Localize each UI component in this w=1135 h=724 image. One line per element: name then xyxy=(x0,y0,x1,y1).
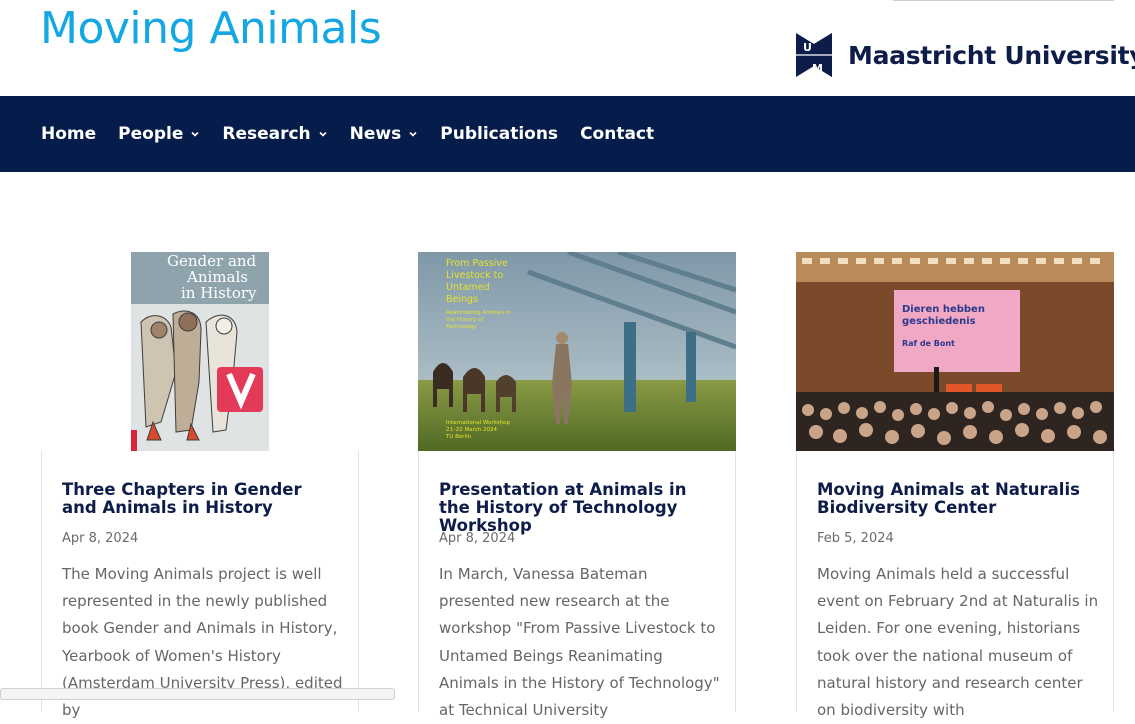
poster-headline: Beings xyxy=(446,294,478,305)
logo-text: Maastricht University xyxy=(848,40,1135,70)
nav-item-home[interactable]: Home xyxy=(41,124,96,144)
post-excerpt: In March, Vanessa Bateman presented new … xyxy=(439,565,720,720)
post-thumbnail[interactable]: Gender and Animals in History xyxy=(41,252,359,451)
nav-item-people[interactable]: People xyxy=(118,124,200,144)
poster-subline: the History of xyxy=(446,317,484,323)
nav-label: People xyxy=(118,124,184,144)
post-excerpt: Moving Animals held a successful event o… xyxy=(817,565,1099,720)
post-title[interactable]: Presentation at Animals in the History o… xyxy=(439,481,719,535)
chevron-down-icon xyxy=(191,131,199,137)
nav-item-contact[interactable]: Contact xyxy=(580,124,654,144)
site-title[interactable]: Moving Animals xyxy=(40,0,382,58)
status-bar xyxy=(0,688,395,700)
poster-footer: 21–22 March 2024 xyxy=(446,427,498,433)
nav-label: Research xyxy=(222,124,311,144)
nav-label: Contact xyxy=(580,124,655,144)
poster-headline: Untamed xyxy=(446,282,490,293)
poster-footer: TU Berlin xyxy=(445,434,472,440)
cover-title-line: in History xyxy=(181,284,257,302)
poster-subline: Technology xyxy=(445,324,478,330)
screen-title: Dieren hebben xyxy=(902,304,985,315)
site-header: Moving Animals U M Maastricht University xyxy=(0,0,1135,96)
main-navigation: Home People Research News Publications C… xyxy=(0,96,1135,172)
svg-text:U: U xyxy=(803,41,812,54)
lecture-photo-image: Dieren hebben geschiedenis Raf de Bont xyxy=(796,252,1114,451)
university-logo[interactable]: U M Maastricht University xyxy=(794,30,1135,80)
post-title[interactable]: Moving Animals at Naturalis Biodiversity… xyxy=(817,481,1097,517)
poster-subline: Reanimating Animals in xyxy=(446,310,512,316)
book-cover-image: Gender and Animals in History xyxy=(41,252,359,451)
header-divider xyxy=(893,0,1114,1)
screen-title: geschiedenis xyxy=(902,316,976,327)
workshop-poster-image: From Passive Livestock to Untamed Beings… xyxy=(418,252,736,451)
poster-headline: From Passive xyxy=(446,258,508,269)
post-thumbnail[interactable]: From Passive Livestock to Untamed Beings… xyxy=(418,252,736,451)
chevron-down-icon xyxy=(319,131,327,137)
nav-label: Home xyxy=(41,124,97,144)
post-card: From Passive Livestock to Untamed Beings… xyxy=(418,252,736,719)
nav-label: Publications xyxy=(440,124,559,144)
nav-item-research[interactable]: Research xyxy=(222,124,327,144)
post-card: Gender and Animals in History Three Chap… xyxy=(41,252,359,719)
nav-item-news[interactable]: News xyxy=(350,124,419,144)
chevron-down-icon xyxy=(409,131,417,137)
post-date: Apr 8, 2024 xyxy=(439,531,516,546)
post-date: Feb 5, 2024 xyxy=(817,531,894,546)
poster-footer: International Workshop xyxy=(446,420,510,426)
post-title[interactable]: Three Chapters in Gender and Animals in … xyxy=(62,481,342,517)
nav-label: News xyxy=(349,124,402,144)
um-logo-icon: U M xyxy=(796,33,832,77)
poster-headline: Livestock to xyxy=(446,270,503,281)
svg-text:M: M xyxy=(812,62,823,75)
post-thumbnail[interactable]: Dieren hebben geschiedenis Raf de Bont xyxy=(796,252,1114,451)
screen-speaker: Raf de Bont xyxy=(902,339,955,348)
post-date: Apr 8, 2024 xyxy=(62,531,139,546)
nav-item-publications[interactable]: Publications xyxy=(440,124,558,144)
post-card: Dieren hebben geschiedenis Raf de Bont M… xyxy=(796,252,1114,719)
